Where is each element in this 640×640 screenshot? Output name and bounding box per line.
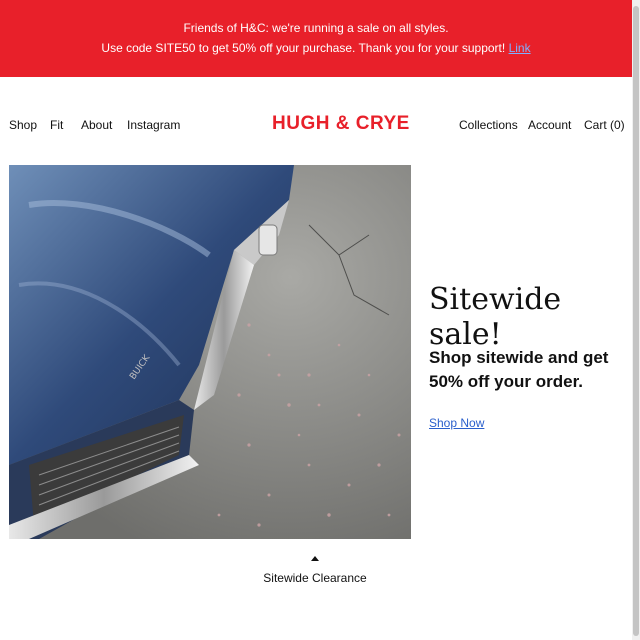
- hero-image[interactable]: BUICK: [9, 165, 411, 539]
- hero-car-illustration: BUICK: [9, 165, 411, 539]
- hero-subtitle: Shop sitewide and get 50% off your order…: [429, 348, 609, 391]
- announcement-thanks-text: Thank you for your support!: [358, 41, 506, 55]
- shop-now-link[interactable]: Shop Now: [429, 416, 484, 430]
- announcement-bar: Friends of H&C: we're running a sale on …: [0, 0, 632, 77]
- nav-about[interactable]: About: [81, 118, 112, 132]
- announcement-line-2: Use code SITE50 to get 50% off your purc…: [0, 41, 632, 57]
- nav-cart[interactable]: Cart (0): [584, 118, 625, 132]
- image-caption: Sitewide Clearance: [263, 571, 367, 585]
- hero-title: Sitewide sale!: [429, 282, 562, 352]
- brand-logo[interactable]: HUGH & CRYE: [272, 113, 410, 135]
- nav-shop[interactable]: Shop: [9, 118, 37, 132]
- announcement-code-text: Use code SITE50 to get 50% off your purc…: [101, 41, 356, 55]
- caret-up-icon: [311, 556, 319, 561]
- nav-fit[interactable]: Fit: [50, 118, 63, 132]
- main-nav: Shop Fit About Instagram HUGH & CRYE Col…: [0, 113, 632, 137]
- nav-instagram[interactable]: Instagram: [127, 118, 180, 132]
- announcement-line-1: Friends of H&C: we're running a sale on …: [183, 21, 449, 35]
- announcement-link[interactable]: Link: [509, 41, 531, 55]
- nav-account[interactable]: Account: [528, 118, 571, 132]
- nav-collections[interactable]: Collections: [459, 118, 518, 132]
